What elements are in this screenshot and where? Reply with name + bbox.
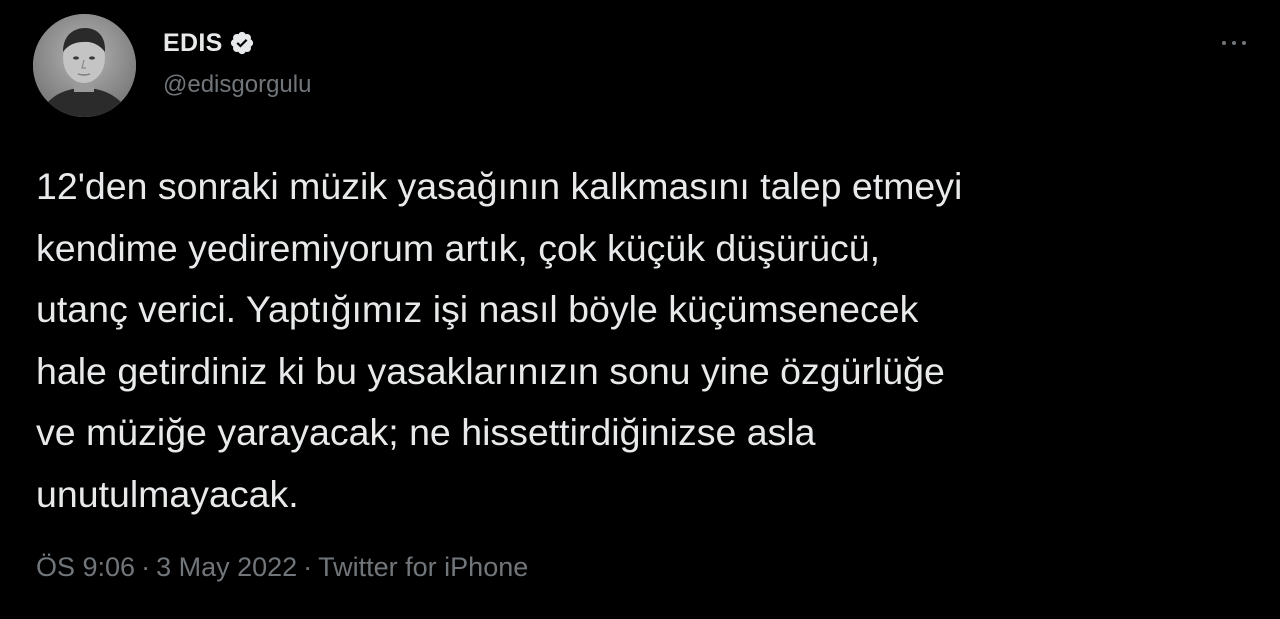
- meta-separator: ·: [141, 552, 151, 582]
- tweet-source[interactable]: Twitter for iPhone: [318, 552, 528, 582]
- author-handle[interactable]: @edisgorgulu: [163, 71, 311, 99]
- more-options-icon[interactable]: [1214, 30, 1254, 56]
- more-dot: [1232, 41, 1236, 45]
- avatar-photo-icon: [33, 14, 136, 117]
- tweet-card: EDIS @edisgorgulu 12'den sonraki müzik y…: [0, 0, 1280, 619]
- author-name-row[interactable]: EDIS: [163, 27, 255, 59]
- tweet-text-line: unutulmayacak.: [36, 472, 299, 515]
- tweet-metadata: ÖS 9:06 · 3 May 2022 · Twitter for iPhone: [36, 552, 528, 583]
- tweet-text-line: hale getirdiniz ki bu yasaklarınızın son…: [36, 349, 945, 392]
- tweet-text-line: utanç verici. Yaptığımız işi nasıl böyle…: [36, 288, 919, 330]
- meta-separator: ·: [303, 552, 313, 582]
- tweet-time[interactable]: ÖS 9:06: [36, 552, 135, 582]
- tweet-text-line: 12'den sonraki müzik yasağının kalkmasın…: [36, 165, 963, 207]
- tweet-text-line: kendime yediremiyorum artık, çok küçük d…: [36, 226, 881, 269]
- author-display-name[interactable]: EDIS: [163, 29, 223, 58]
- tweet-text-line: ve müziğe yarayacak; ne hissettirdiğiniz…: [36, 411, 816, 453]
- tweet-date[interactable]: 3 May 2022: [156, 552, 297, 582]
- verified-badge-icon: [229, 30, 255, 56]
- more-dot: [1222, 41, 1226, 45]
- tweet-text: 12'den sonraki müzik yasağının kalkmasın…: [36, 156, 1256, 525]
- avatar[interactable]: [33, 14, 136, 117]
- more-dot: [1242, 41, 1246, 45]
